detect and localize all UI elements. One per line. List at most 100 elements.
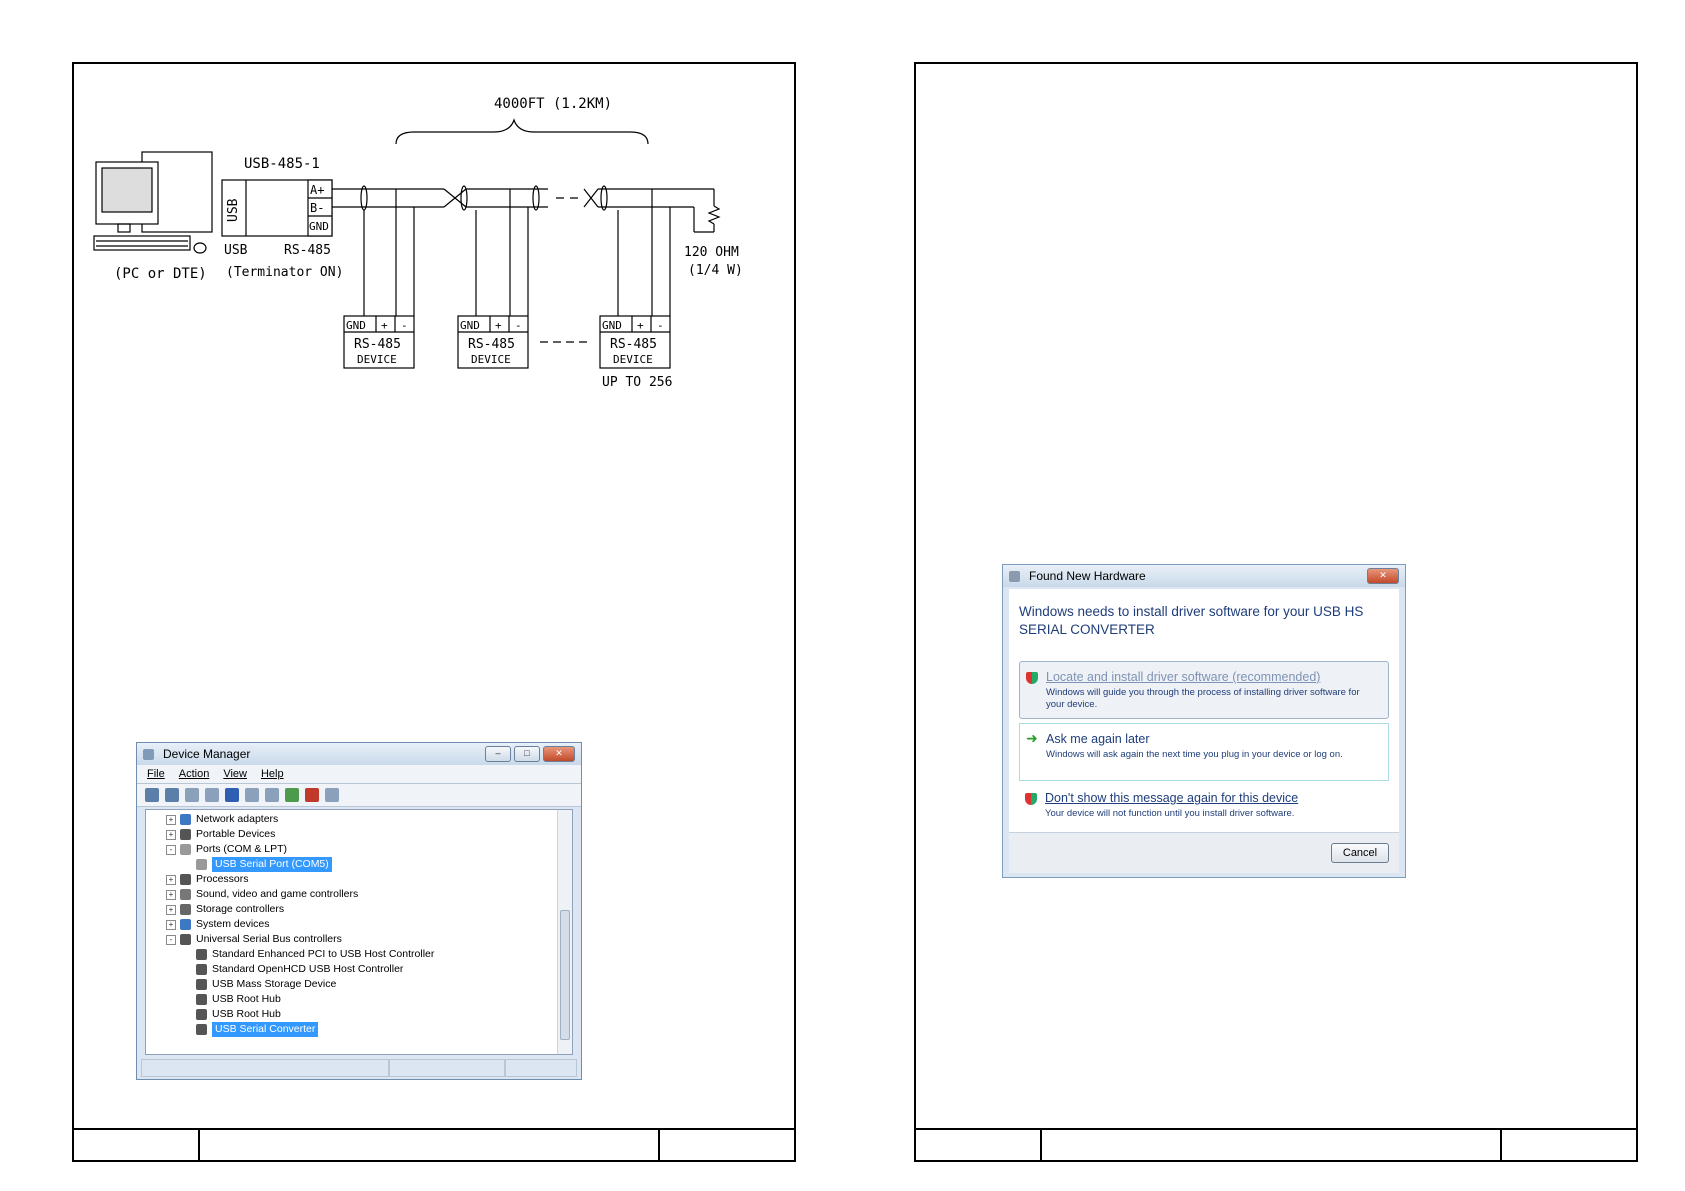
vertical-scrollbar[interactable] [557,810,572,1054]
terminal-gnd-label: GND [309,220,329,233]
usb-icon [196,1009,207,1020]
tree-item[interactable]: + Processors [166,872,249,887]
menu-file[interactable]: File [147,768,165,780]
port-icon [180,844,191,855]
portable-device-icon [180,829,191,840]
option-title: Locate and install driver software (reco… [1046,670,1321,684]
converter-label: USB-485-1 [244,156,320,172]
device-manager-icon [143,748,154,760]
view-icon[interactable] [245,788,259,802]
processor-icon [180,874,191,885]
help-icon[interactable] [225,788,239,802]
scrollbar-thumb[interactable] [560,910,570,1040]
shield-icon [1026,672,1038,684]
tree-item[interactable]: USB Root Hub [196,992,281,1007]
option-title: Ask me again later [1046,732,1150,746]
option-description: Windows will guide you through the proce… [1046,687,1360,710]
expand-icon[interactable]: + [166,904,176,915]
device3-subtitle: DEVICE [613,353,653,366]
device3-minus: - [657,319,664,332]
expand-icon[interactable]: + [166,889,176,900]
device1-minus: - [401,319,408,332]
forward-icon[interactable] [165,788,179,802]
option-description: Your device will not function until you … [1045,808,1295,819]
dialog-close-button[interactable]: ✕ [1367,568,1399,584]
menu-help[interactable]: Help [261,768,284,780]
close-button[interactable]: ✕ [543,746,575,762]
found-new-hardware-dialog: Found New Hardware ✕ Windows needs to in… [1002,564,1406,878]
show-hide-tree-icon[interactable] [185,788,199,802]
dialog-footer: Cancel [1009,832,1399,873]
menu-view[interactable]: View [223,768,247,780]
menu-bar: File Action View Help [137,765,581,784]
tree-item[interactable]: + System devices [166,917,270,932]
device-manager-window: Device Manager – □ ✕ File Action View He… [136,742,582,1080]
usb-icon [196,994,207,1005]
device1-subtitle: DEVICE [357,353,397,366]
collapse-icon[interactable]: - [166,934,176,945]
toolbar [137,784,581,807]
tree-item[interactable]: - Universal Serial Bus controllers [166,932,342,947]
distance-label: 4000FT (1.2KM) [494,96,612,112]
pc-computer-icon [93,151,213,254]
wiring-diagram: (PC or DTE) USB-485-1 USB A+ B- GND USB … [93,96,743,388]
disable-icon[interactable] [325,788,339,802]
menu-action[interactable]: Action [179,768,210,780]
tree-item[interactable]: USB Mass Storage Device [196,977,336,992]
usb-icon [196,979,207,990]
back-icon[interactable] [145,788,159,802]
dialog-title: Found New Hardware [1029,569,1146,583]
tree-item[interactable]: Standard Enhanced PCI to USB Host Contro… [196,947,434,962]
device1-plus: + [381,319,388,332]
status-bar [141,1059,577,1077]
expand-icon[interactable]: + [166,919,176,930]
dialog-titlebar[interactable]: Found New Hardware ✕ [1003,565,1405,587]
locate-install-option[interactable]: Locate and install driver software (reco… [1019,661,1389,719]
device2-minus: - [515,319,522,332]
terminal-b-label: B- [310,201,324,215]
expand-icon[interactable]: + [166,814,176,825]
port-icon [196,859,207,870]
ask-later-option[interactable]: ➜ Ask me again later Windows will ask ag… [1019,723,1389,781]
distance-brace [395,118,649,145]
tree-item[interactable]: Standard OpenHCD USB Host Controller [196,962,403,977]
usb-port-label: USB [226,198,241,222]
cancel-button[interactable]: Cancel [1331,843,1389,863]
tree-item[interactable]: - Ports (COM & LPT) [166,842,287,857]
resistor-power: (1/4 W) [688,263,743,278]
dialog-heading: Windows needs to install driver software… [1019,604,1364,637]
system-device-icon [180,919,191,930]
expand-icon[interactable]: + [166,874,176,885]
tree-item[interactable]: USB Root Hub [196,1007,281,1022]
usb-icon [180,934,191,945]
usb-caption: USB [224,243,248,258]
terminator-caption: (Terminator ON) [226,265,343,280]
resistor-value: 120 OHM [684,245,739,260]
device1-gnd: GND [346,319,366,332]
scan-hardware-icon[interactable] [265,788,279,802]
tree-item-selected[interactable]: USB Serial Port (COM5) [196,857,332,872]
device2-title: RS-485 [468,337,515,352]
maximize-button[interactable]: □ [514,746,540,762]
device-drop-lines [363,189,671,316]
usb-icon [196,949,207,960]
update-driver-icon[interactable] [285,788,299,802]
dialog-body: Windows needs to install driver software… [1009,589,1399,833]
tree-item[interactable]: + Sound, video and game controllers [166,887,358,902]
option-title: Don't show this message again for this d… [1045,791,1299,805]
hardware-icon [1009,570,1020,582]
tree-item[interactable]: + Portable Devices [166,827,275,842]
tree-item-selected[interactable]: USB Serial Converter [196,1022,319,1037]
device-manager-titlebar[interactable]: Device Manager – □ ✕ [137,743,581,765]
device1-title: RS-485 [354,337,401,352]
tree-item[interactable]: + Storage controllers [166,902,284,917]
usb-icon [196,964,207,975]
expand-icon[interactable]: + [166,829,176,840]
minimize-button[interactable]: – [485,746,511,762]
device-manager-title: Device Manager [163,747,251,761]
properties-icon[interactable] [205,788,219,802]
tree-item[interactable]: + Network adapters [166,812,278,827]
collapse-icon[interactable]: - [166,844,176,855]
up-to-label: UP TO 256 [602,375,672,388]
uninstall-icon[interactable] [305,788,319,802]
